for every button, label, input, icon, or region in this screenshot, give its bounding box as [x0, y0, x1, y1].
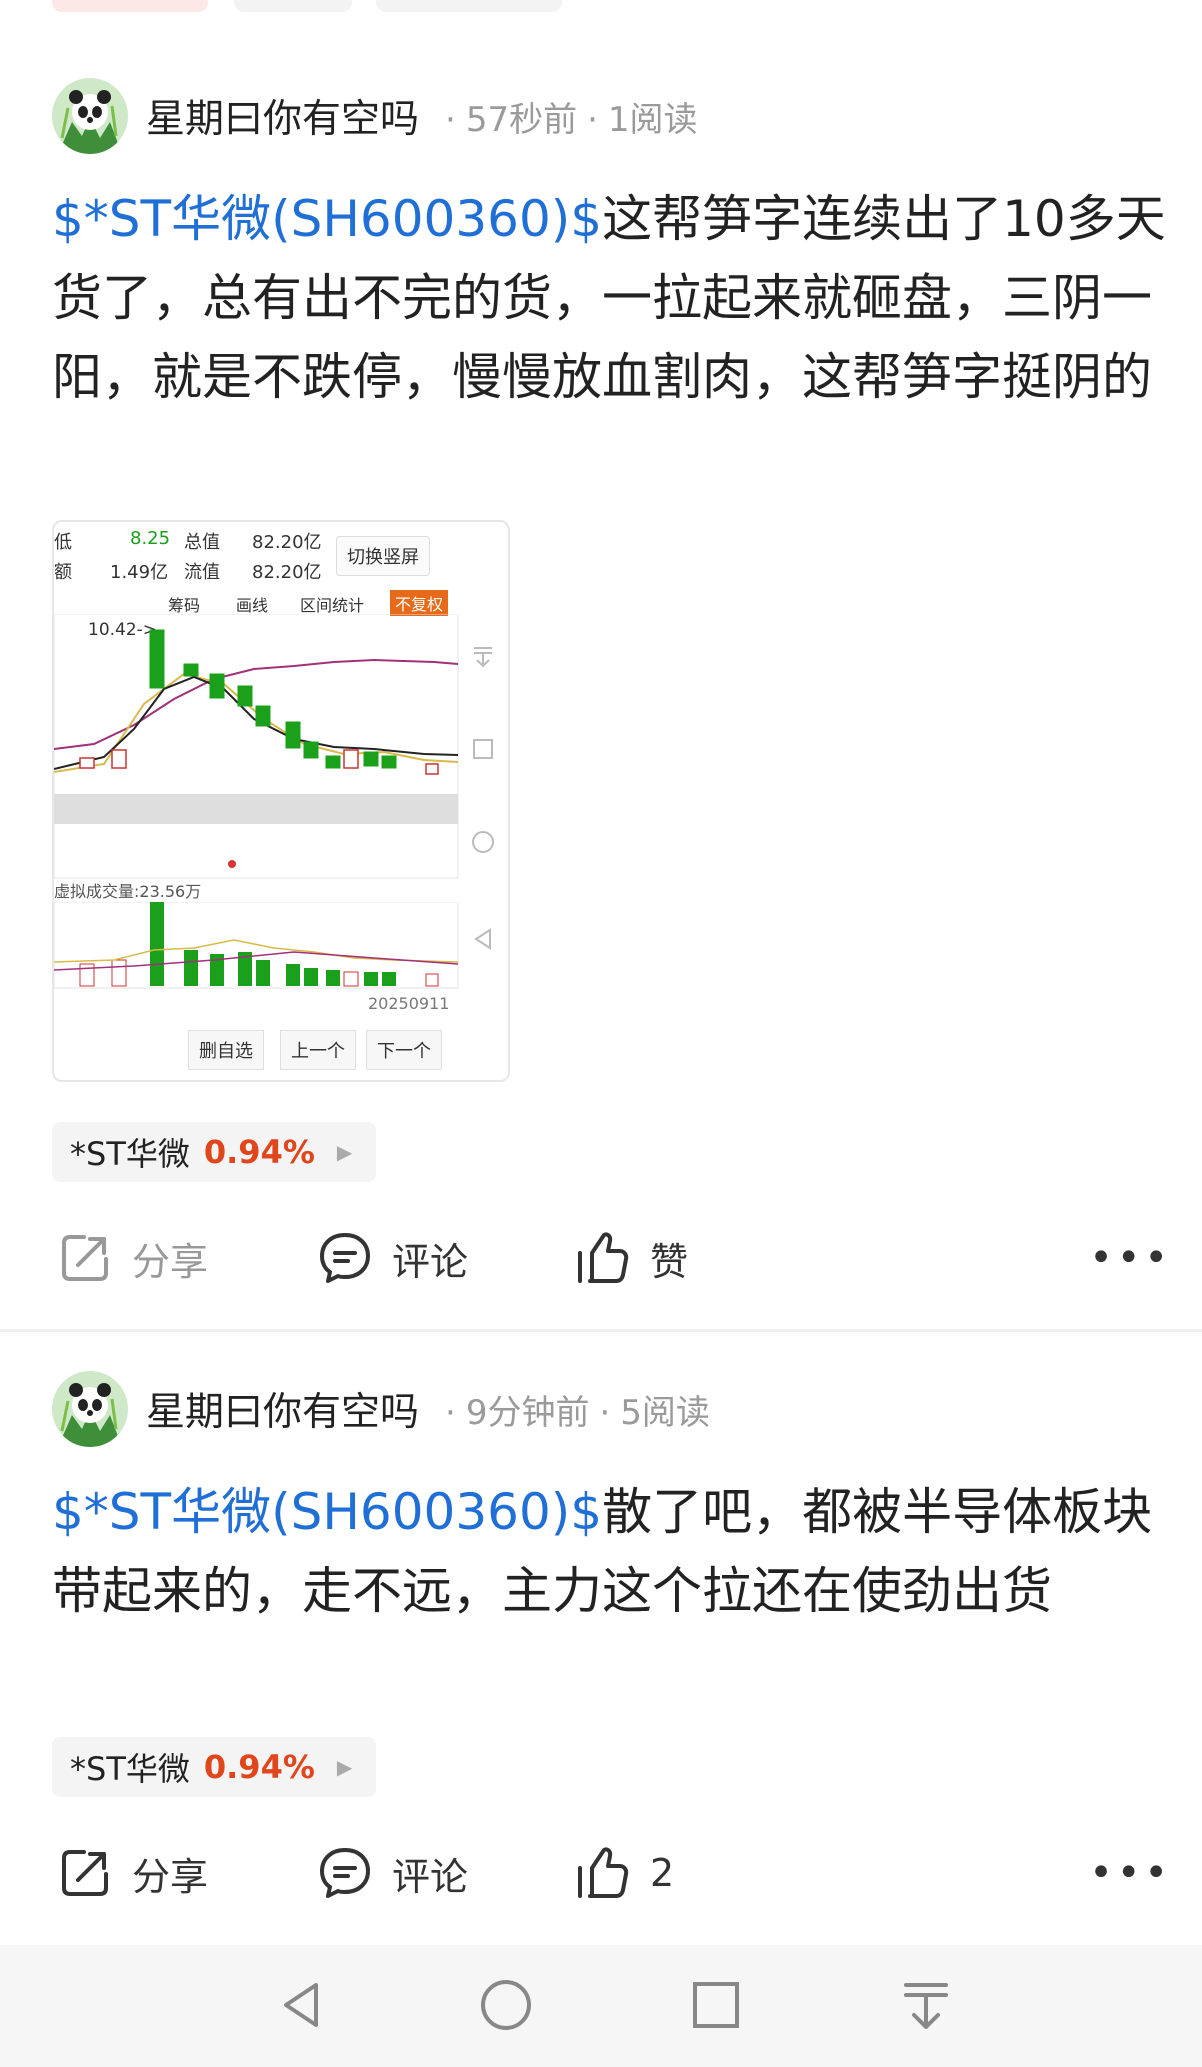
system-nav-bar	[0, 1945, 1202, 2067]
avatar[interactable]	[52, 78, 128, 154]
amount-value: 1.49亿	[110, 562, 169, 583]
range-tab[interactable]: 区间统计	[300, 592, 364, 616]
prev-button[interactable]: 上一个	[280, 1030, 356, 1070]
post-time: 57秒前	[465, 99, 578, 140]
action-bar: 分享 评论 2 •••	[52, 1833, 1172, 1913]
stock-chip-name: *ST华微	[70, 1750, 190, 1788]
circle-icon	[472, 831, 494, 853]
adjust-tab[interactable]: 不复权	[390, 590, 449, 616]
read-count: 1阅读	[607, 99, 698, 140]
author-row: 星期曰你有空吗 · 57秒前 · 1阅读	[52, 76, 698, 156]
stock-chip-percent: 0.94%	[203, 1133, 315, 1171]
like-count: 2	[650, 1851, 675, 1895]
stock-link[interactable]: $*ST华微(SH600360)$	[52, 190, 602, 248]
stock-chip-percent: 0.94%	[203, 1748, 315, 1786]
share-icon	[62, 1850, 108, 1896]
notification-pulldown-icon[interactable]	[896, 1975, 956, 2035]
like-button[interactable]: 赞	[574, 1218, 688, 1298]
stock-chip[interactable]: *ST华微 0.94% ▶	[52, 1737, 377, 1797]
chevron-right-icon: ▶	[336, 1755, 353, 1779]
panda-avatar-icon	[52, 78, 128, 154]
author-row: 星期曰你有空吗 · 9分钟前 · 5阅读	[52, 1369, 710, 1449]
comment-icon	[320, 1233, 370, 1283]
share-button[interactable]: 分享	[56, 1218, 208, 1298]
stock-chip[interactable]: *ST华微 0.94% ▶	[52, 1122, 377, 1182]
post-content: $*ST华微(SH600360)$这帮笋字连续出了10多天货了，总有出不完的货，…	[52, 180, 1172, 417]
collapse-icon	[474, 647, 492, 668]
comment-label: 评论	[392, 1854, 469, 1899]
like-button[interactable]: 2	[574, 1833, 674, 1913]
draw-tab[interactable]: 画线	[236, 592, 268, 616]
chip-tab[interactable]: 筹码	[168, 592, 200, 616]
back-icon[interactable]	[272, 1975, 332, 2035]
home-icon[interactable]	[476, 1975, 536, 2035]
like-label: 赞	[650, 1239, 689, 1284]
delete-watchlist-button[interactable]: 删自选	[188, 1030, 264, 1070]
comment-label: 评论	[392, 1239, 469, 1284]
read-count: 5阅读	[620, 1392, 710, 1433]
more-dots-icon[interactable]: •••	[1089, 1218, 1172, 1298]
comment-button[interactable]: 评论	[316, 1833, 468, 1913]
post-meta: · 9分钟前 · 5阅读	[445, 1392, 710, 1433]
mcap-label: 总值	[184, 532, 220, 553]
action-bar: 分享 评论 赞 •••	[52, 1218, 1172, 1298]
square-icon	[473, 739, 493, 759]
volume-label: 虚拟成交量:23.56万	[54, 882, 202, 901]
share-button[interactable]: 分享	[56, 1833, 208, 1913]
share-label: 分享	[132, 1854, 209, 1899]
post-meta: · 57秒前 · 1阅读	[445, 99, 698, 140]
amount-label: 额	[54, 562, 72, 583]
attached-chart-image[interactable]: 低 8.25 总值 82.20亿 额 1.49亿 流值 82.20亿 切换竖屏 …	[52, 520, 510, 1082]
float-label: 流值	[184, 562, 220, 583]
author-name[interactable]: 星期曰你有空吗	[146, 1381, 419, 1437]
post-divider	[0, 1329, 1202, 1332]
stock-chip-name: *ST华微	[70, 1135, 190, 1173]
stock-link[interactable]: $*ST华微(SH600360)$	[52, 1483, 602, 1541]
thumbs-up-icon	[578, 1232, 629, 1283]
share-label: 分享	[132, 1239, 209, 1284]
chart-date: 20250911	[368, 994, 450, 1013]
share-icon	[62, 1235, 108, 1281]
chevron-right-icon: ▶	[336, 1140, 353, 1164]
comment-icon	[320, 1848, 370, 1898]
thumbs-up-icon	[578, 1847, 629, 1898]
recent-apps-icon[interactable]	[686, 1975, 746, 2035]
avatar[interactable]	[52, 1371, 128, 1447]
more-dots-icon[interactable]: •••	[1089, 1833, 1172, 1913]
post-card[interactable]: 星期曰你有空吗 · 9分钟前 · 5阅读 $*ST华微(SH600360)$散了吧，都…	[0, 1333, 1202, 1945]
float-value: 82.20亿	[252, 562, 322, 583]
back-icon	[474, 928, 491, 950]
post-card[interactable]: 星期曰你有空吗 · 57秒前 · 1阅读 $*ST华微(SH600360)$这帮笋字连…	[0, 0, 1202, 1330]
panda-avatar-icon	[52, 1371, 128, 1447]
post-time: 9分钟前	[465, 1392, 590, 1433]
mcap-value: 82.20亿	[252, 532, 322, 553]
volume-chart	[54, 902, 459, 989]
post-content: $*ST华微(SH600360)$散了吧，都被半导体板块带起来的，走不远，主力这…	[52, 1473, 1172, 1631]
switch-orientation-button[interactable]: 切换竖屏	[336, 536, 430, 576]
author-name[interactable]: 星期曰你有空吗	[146, 88, 419, 144]
low-label: 低	[54, 532, 72, 553]
side-nav-icons	[472, 647, 494, 950]
comment-button[interactable]: 评论	[316, 1218, 468, 1298]
low-value: 8.25	[130, 528, 171, 549]
next-button[interactable]: 下一个	[366, 1030, 442, 1070]
